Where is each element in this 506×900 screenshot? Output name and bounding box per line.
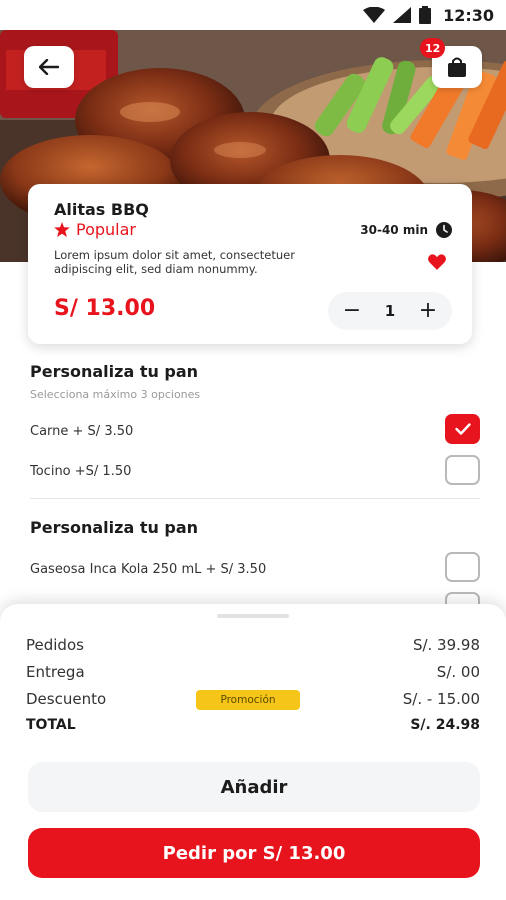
section-title: Personaliza tu pan xyxy=(30,518,199,537)
section-subtitle: Selecciona máximo 3 opciones xyxy=(30,388,201,401)
orders-label: Pedidos xyxy=(26,636,84,654)
shopping-bag-icon xyxy=(448,57,466,77)
orders-value: S/. 39.98 xyxy=(412,636,480,654)
section-title: Personaliza tu pan xyxy=(30,362,199,381)
wifi-icon xyxy=(363,7,386,23)
quantity-value: 1 xyxy=(384,302,396,320)
heart-icon xyxy=(428,254,446,270)
battery-icon xyxy=(419,6,432,24)
popular-label: Popular xyxy=(76,220,136,239)
product-card: Alitas BBQ Popular 30-40 min Lorem ipsum… xyxy=(28,184,472,344)
arrow-left-icon xyxy=(39,59,59,75)
discount-label: Descuento xyxy=(26,690,107,708)
signal-icon xyxy=(393,7,412,23)
total-label: TOTAL xyxy=(26,717,76,733)
status-bar: 12:30 xyxy=(0,0,506,30)
sheet-handle[interactable] xyxy=(217,614,289,618)
product-description: Lorem ipsum dolor sit amet, consectetuer… xyxy=(54,248,295,276)
product-name: Alitas BBQ xyxy=(54,200,149,219)
section-divider xyxy=(30,498,480,499)
discount-value: S/. - 15.00 xyxy=(402,690,480,708)
option-checkbox-tocino[interactable] xyxy=(445,455,480,485)
star-icon xyxy=(54,222,70,237)
option-label: Tocino +S/ 1.50 xyxy=(30,464,132,479)
status-time: 12:30 xyxy=(443,5,494,25)
delivery-label: Entrega xyxy=(26,663,85,681)
option-label: Gaseosa Inca Kola 250 mL + S/ 3.50 xyxy=(30,562,267,577)
popular-tag: Popular xyxy=(54,220,136,239)
option-label: Carne + S/ 3.50 xyxy=(30,424,134,439)
order-summary-sheet: Pedidos S/. 39.98 Entrega S/. 00 Descuen… xyxy=(0,604,506,900)
decrease-quantity-button[interactable]: − xyxy=(342,300,362,322)
clock-icon xyxy=(436,222,452,238)
favorite-button[interactable] xyxy=(428,254,446,274)
total-value: S/. 24.98 xyxy=(410,717,480,733)
check-icon xyxy=(454,423,471,435)
product-price: S/ 13.00 xyxy=(54,296,156,321)
increase-quantity-button[interactable]: + xyxy=(418,300,438,322)
quantity-stepper: − 1 + xyxy=(328,292,452,330)
back-button[interactable] xyxy=(24,46,74,88)
product-detail-screen: 12:30 12 Alitas BBQ Popular 30-40 min Lo… xyxy=(0,0,506,900)
promo-badge: Promoción xyxy=(196,690,300,710)
order-button[interactable]: Pedir por S/ 13.00 xyxy=(28,828,480,878)
delivery-value: S/. 00 xyxy=(436,663,480,681)
add-button[interactable]: Añadir xyxy=(28,762,480,812)
delivery-time: 30-40 min xyxy=(360,222,452,238)
option-checkbox-gaseosa[interactable] xyxy=(445,552,480,582)
option-checkbox-carne[interactable] xyxy=(445,414,480,444)
delivery-time-label: 30-40 min xyxy=(360,223,428,237)
cart-count-badge: 12 xyxy=(420,38,446,58)
